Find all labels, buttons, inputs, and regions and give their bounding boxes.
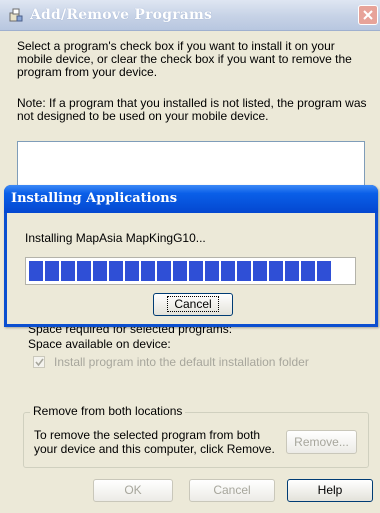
progress-segment: [157, 261, 171, 281]
progress-segment: [205, 261, 219, 281]
close-icon: [363, 10, 373, 20]
close-button[interactable]: [358, 5, 378, 25]
checkmark-icon: [35, 358, 44, 367]
help-button[interactable]: Help: [287, 479, 373, 502]
ok-button[interactable]: OK: [93, 479, 173, 502]
note-text: Note: If a program that you installed is…: [17, 96, 367, 123]
dialog-cancel-button[interactable]: Cancel: [153, 293, 233, 316]
instructions-text: Select a program's check box if you want…: [17, 39, 352, 79]
remove-group-text: To remove the selected program from both…: [34, 428, 275, 456]
progress-segment: [285, 261, 299, 281]
progress-segment: [125, 261, 139, 281]
install-status-text: Installing MapAsia MapKingG10...: [25, 231, 206, 245]
progress-segment: [221, 261, 235, 281]
installing-applications-dialog: Installing Applications Installing MapAs…: [4, 185, 378, 327]
progress-segment: [61, 261, 75, 281]
default-folder-label: Install program into the default install…: [54, 355, 309, 369]
remove-button[interactable]: Remove...: [286, 430, 357, 454]
window-title: Add/Remove Programs: [30, 7, 213, 23]
progress-segment: [317, 261, 331, 281]
cancel-button[interactable]: Cancel: [189, 479, 275, 502]
progress-segment: [77, 261, 91, 281]
space-available-label: Space available on device:: [28, 337, 171, 351]
remove-group-title: Remove from both locations: [30, 404, 186, 418]
progress-segment: [301, 261, 315, 281]
progress-segment: [29, 261, 43, 281]
title-bar: Add/Remove Programs: [0, 0, 380, 31]
progress-segment: [93, 261, 107, 281]
progress-fill: [29, 261, 331, 281]
progress-segment: [237, 261, 251, 281]
dialog-cancel-label: Cancel: [167, 296, 219, 312]
progress-segment: [45, 261, 59, 281]
progress-segment: [269, 261, 283, 281]
default-folder-checkbox[interactable]: [33, 356, 45, 368]
progress-segment: [253, 261, 267, 281]
progress-segment: [109, 261, 123, 281]
install-progress-bar: [25, 257, 356, 285]
dialog-body: Installing MapAsia MapKingG10... Cancel: [7, 213, 375, 324]
progress-segment: [189, 261, 203, 281]
programs-icon: [8, 7, 24, 23]
progress-segment: [173, 261, 187, 281]
progress-segment: [141, 261, 155, 281]
dialog-title: Installing Applications: [11, 191, 178, 206]
